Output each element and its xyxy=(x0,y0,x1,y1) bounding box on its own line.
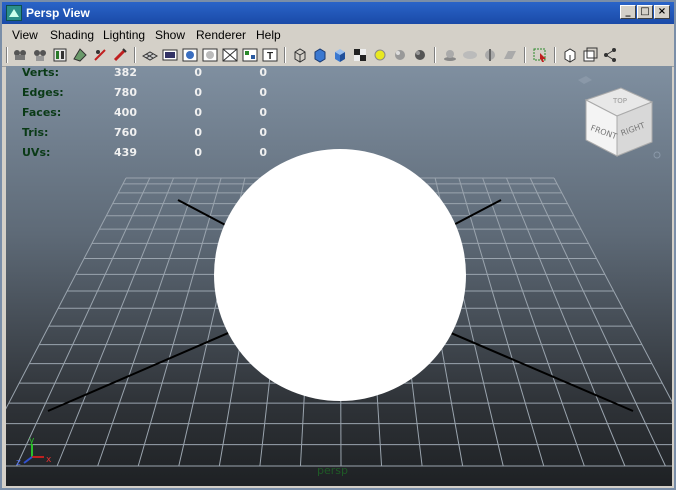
menu-show[interactable]: Show xyxy=(155,28,185,42)
view-cube-top-label: TOP xyxy=(612,97,627,105)
hud-value: 0 xyxy=(259,126,267,139)
toolbar-separator xyxy=(284,47,286,63)
select-camera-icon[interactable] xyxy=(12,47,28,63)
toolbar-separator xyxy=(524,47,526,63)
grid-line xyxy=(16,177,151,467)
hud-value: 0 xyxy=(194,106,202,119)
view-cube[interactable]: TOP FRONT RIGHT xyxy=(578,76,661,159)
film-gate-icon[interactable] xyxy=(162,47,178,63)
grid-line xyxy=(458,177,545,467)
hud-value: 382 xyxy=(114,66,137,79)
shadows-icon[interactable] xyxy=(412,47,428,63)
safe-action-icon[interactable] xyxy=(242,47,258,63)
hud-value: 0 xyxy=(259,146,267,159)
backface-culling-icon[interactable] xyxy=(602,47,618,63)
maximize-button[interactable]: □ xyxy=(637,5,653,19)
hud-value: 400 xyxy=(114,106,137,119)
persp-view-window: Persp View _ □ × View Shading Lighting S… xyxy=(0,0,676,490)
xray-joints-icon[interactable] xyxy=(582,47,598,63)
grid-line xyxy=(6,177,127,410)
smooth-shade-icon[interactable] xyxy=(312,47,328,63)
menu-bar: View Shading Lighting Show Renderer Help xyxy=(2,24,674,44)
hud-value: 0 xyxy=(194,126,202,139)
toolbar-separator xyxy=(134,47,136,63)
xray-icon[interactable] xyxy=(562,47,578,63)
safe-title-icon[interactable]: T xyxy=(262,47,278,63)
gate-mask-icon[interactable] xyxy=(202,47,218,63)
depth-of-field-icon[interactable] xyxy=(502,47,518,63)
hud-value: 0 xyxy=(259,86,267,99)
grid-icon[interactable] xyxy=(141,47,159,63)
hud-value: 0 xyxy=(259,106,267,119)
flat-shade-icon[interactable] xyxy=(332,47,348,63)
grid-line xyxy=(529,177,666,467)
image-plane-icon[interactable] xyxy=(92,47,108,63)
wireframe-icon[interactable] xyxy=(292,47,308,63)
menu-view[interactable]: View xyxy=(12,28,38,42)
toolbar-separator xyxy=(554,47,556,63)
svg-text:T: T xyxy=(267,51,273,62)
textured-icon[interactable] xyxy=(352,47,368,63)
camera-name-label: persp xyxy=(317,464,348,477)
use-all-lights-icon[interactable] xyxy=(392,47,408,63)
view-cube-menu-icon[interactable] xyxy=(653,151,661,159)
hud-value: 439 xyxy=(114,146,137,159)
hud-value: 0 xyxy=(259,66,267,79)
hud-label: Tris: xyxy=(22,126,49,139)
scene-canvas: TOP FRONT RIGHT y x z xyxy=(6,76,672,468)
grid-line xyxy=(137,177,222,467)
hud-label: Verts: xyxy=(22,66,60,79)
anti-aliasing-icon[interactable] xyxy=(482,47,498,63)
menu-renderer[interactable]: Renderer xyxy=(196,28,246,42)
z-axis-line xyxy=(23,456,33,464)
perspective-viewport[interactable]: TOP FRONT RIGHT y x z Verts: 382 0 0 Edg… xyxy=(6,66,672,486)
grid-line xyxy=(56,177,175,467)
resolution-gate-icon[interactable] xyxy=(182,47,198,63)
window-title: Persp View xyxy=(26,6,90,20)
x-axis-label: x xyxy=(46,455,52,465)
hud-label: Edges: xyxy=(22,86,64,99)
hud-label: Faces: xyxy=(22,106,62,119)
menu-shading[interactable]: Shading xyxy=(50,28,94,42)
hud-value: 0 xyxy=(194,86,202,99)
grid-line xyxy=(97,177,198,467)
panel-toolbar: T xyxy=(2,44,674,67)
z-axis-label: z xyxy=(16,458,21,468)
menu-lighting[interactable]: Lighting xyxy=(103,28,145,42)
hud-value: 760 xyxy=(114,126,137,139)
lock-camera-icon[interactable] xyxy=(32,47,48,63)
hud-label: UVs: xyxy=(22,146,51,159)
toolbar-separator xyxy=(6,47,8,63)
hud-value: 0 xyxy=(194,146,202,159)
screen-space-ao-icon[interactable] xyxy=(442,47,458,63)
toolbar-separator xyxy=(434,47,436,63)
title-bar[interactable]: Persp View _ □ × xyxy=(2,2,674,24)
hud-value: 0 xyxy=(194,66,202,79)
camera-attributes-icon[interactable] xyxy=(52,47,68,63)
menu-help[interactable]: Help xyxy=(256,28,281,42)
isolate-select-icon[interactable] xyxy=(532,47,548,63)
grid-line xyxy=(482,177,585,467)
field-chart-icon[interactable] xyxy=(222,47,238,63)
grid-line xyxy=(505,177,626,467)
y-axis-label: y xyxy=(29,436,35,446)
grid-line xyxy=(553,177,672,403)
motion-blur-icon[interactable] xyxy=(462,47,478,63)
selected-sphere[interactable] xyxy=(214,149,466,401)
maya-app-icon xyxy=(6,5,22,21)
bookmark-icon[interactable] xyxy=(72,47,88,63)
2d-pan-icon[interactable] xyxy=(112,47,128,63)
axis-indicator: y x z xyxy=(16,436,52,468)
minimize-button[interactable]: _ xyxy=(620,5,636,19)
use-default-material-icon[interactable] xyxy=(372,47,388,63)
hud-value: 780 xyxy=(114,86,137,99)
home-icon[interactable] xyxy=(578,76,592,84)
close-button[interactable]: × xyxy=(654,5,670,19)
